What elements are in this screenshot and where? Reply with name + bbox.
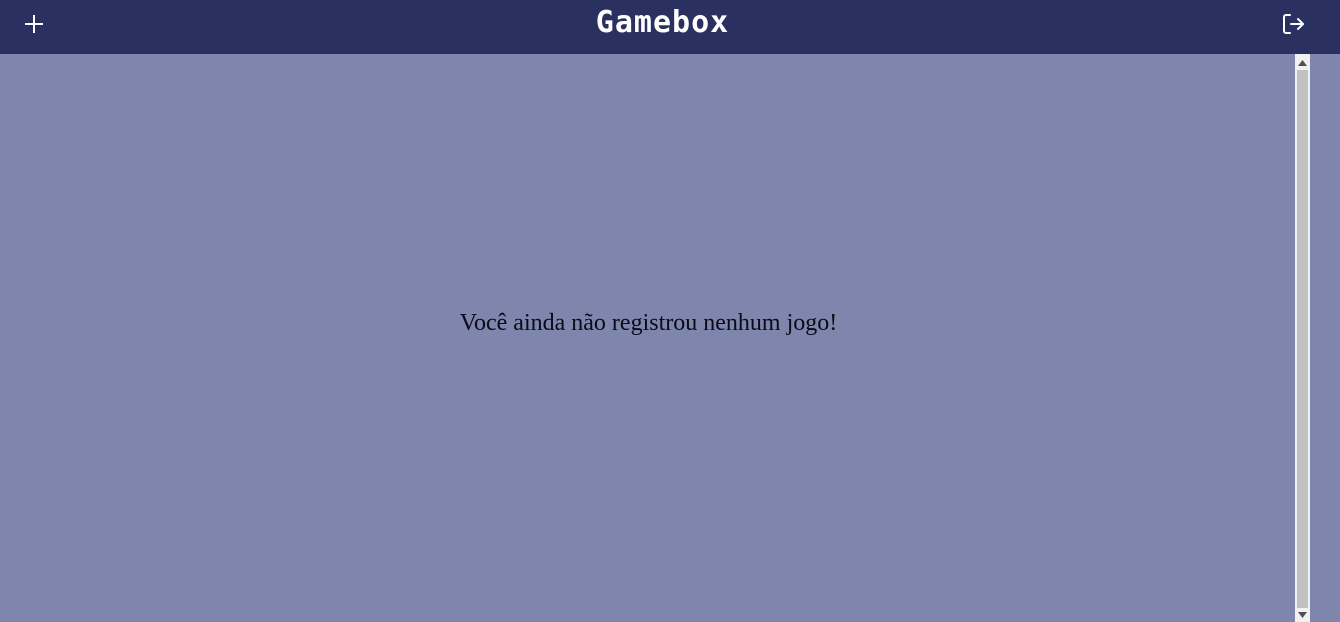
vertical-scrollbar[interactable] — [1295, 54, 1310, 622]
caret-up-icon — [1298, 60, 1307, 66]
logout-button[interactable] — [1280, 11, 1306, 37]
empty-games-message: Você ainda não registrou nenhum jogo! — [459, 310, 838, 336]
caret-down-icon — [1298, 612, 1307, 618]
top-navbar: Gamebox — [0, 0, 1340, 54]
logout-icon — [1283, 14, 1304, 34]
scroll-up-arrow[interactable] — [1295, 56, 1310, 70]
scroll-thumb[interactable] — [1297, 70, 1308, 608]
page-margin — [1310, 54, 1340, 622]
scroll-down-arrow[interactable] — [1295, 608, 1310, 622]
games-list-area: Você ainda não registrou nenhum jogo! — [0, 54, 1295, 622]
app-title: Gamebox — [595, 5, 730, 40]
